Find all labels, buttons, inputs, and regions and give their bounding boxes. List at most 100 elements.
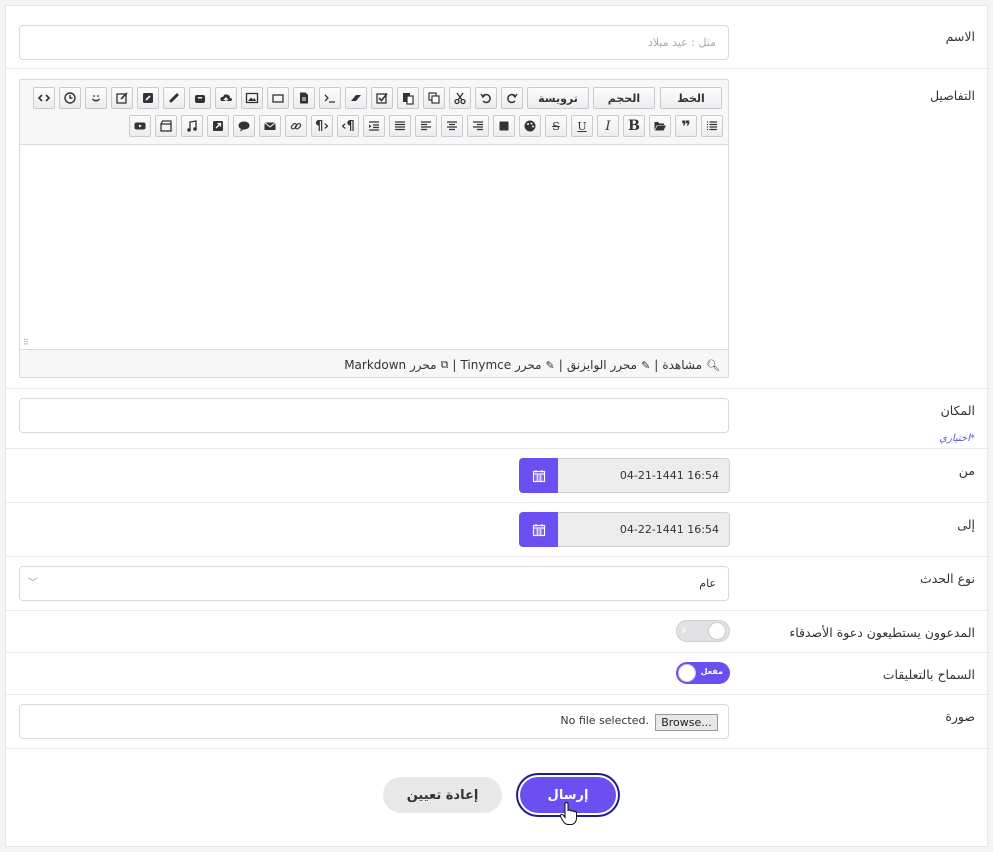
indent-icon[interactable]: [363, 115, 385, 137]
video-clapper-icon[interactable]: [155, 115, 177, 137]
eraser-icon[interactable]: [345, 87, 367, 109]
edit-icon: ✎: [641, 358, 651, 372]
invite-friends-toggle[interactable]: لا: [676, 620, 730, 642]
quote-icon[interactable]: ❞: [675, 115, 697, 137]
archive-icon[interactable]: [189, 87, 211, 109]
youtube-icon[interactable]: [129, 115, 151, 137]
name-placeholder: مثل : عيد ميلاد: [647, 36, 716, 49]
event-type-select[interactable]: عام ﹀: [19, 566, 729, 601]
toggle-text: مفعل: [700, 667, 723, 676]
reset-button[interactable]: إعادة تعيين: [383, 777, 502, 813]
event-type-value: عام: [699, 577, 716, 590]
allow-comments-row: السماح بالتعليقات مفعل: [6, 653, 989, 695]
from-datetime-input[interactable]: 04-21-1441 16:54: [558, 458, 730, 493]
size-dropdown-label: الحجم: [607, 91, 641, 105]
from-datetime-picker: 04-21-1441 16:54: [519, 458, 730, 493]
separator: |: [452, 358, 457, 372]
image-file-input: Browse... No file selected.: [19, 704, 729, 739]
tinymce-editor-link[interactable]: محرر Tinymce: [460, 358, 541, 372]
undo-icon[interactable]: [475, 87, 497, 109]
resize-grip-icon[interactable]: ⠿: [23, 338, 29, 347]
terminal-icon[interactable]: [319, 87, 341, 109]
calendar-icon[interactable]: [519, 512, 558, 547]
image-label: صورة: [945, 709, 975, 724]
markdown-editor-link[interactable]: محرر Markdown: [344, 358, 436, 372]
event-form-card: الاسم مثل : عيد ميلاد التفاصيل ترويسة ال…: [5, 5, 989, 847]
chevron-down-icon: ﹀: [28, 578, 38, 589]
strikethrough-icon[interactable]: S: [545, 115, 567, 137]
smiley-icon[interactable]: [85, 87, 107, 109]
align-right-icon[interactable]: [467, 115, 489, 137]
to-row: إلى 04-22-1441 16:54: [6, 503, 989, 557]
image-icon[interactable]: [241, 87, 263, 109]
font-dropdown[interactable]: الخط: [660, 87, 722, 109]
calendar-icon[interactable]: [519, 458, 558, 493]
editor-mode-switcher: 🔍︎ مشاهدة | ✎ محرر الوايزنق | ✎ محرر Tin…: [344, 358, 720, 372]
heading-dropdown-label: ترويسة: [538, 91, 578, 105]
paste-icon[interactable]: [397, 87, 419, 109]
paragraph-ltr-icon[interactable]: ¶›: [311, 115, 333, 137]
separator: |: [654, 358, 659, 372]
heading-dropdown[interactable]: ترويسة: [527, 87, 589, 109]
document-icon[interactable]: [293, 87, 315, 109]
hand-cursor-icon: [559, 802, 577, 825]
checkbox-icon[interactable]: [371, 87, 393, 109]
from-row: من 04-21-1441 16:54: [6, 449, 989, 503]
name-input[interactable]: مثل : عيد ميلاد: [19, 25, 729, 60]
history-icon[interactable]: [59, 87, 81, 109]
list-icon[interactable]: [701, 115, 723, 137]
folder-open-icon[interactable]: [649, 115, 671, 137]
from-label: من: [958, 463, 975, 478]
search-icon: 🔍︎: [706, 358, 720, 372]
font-dropdown-label: الخط: [677, 91, 705, 105]
toggle-knob: [708, 622, 726, 640]
copy-icon[interactable]: [423, 87, 445, 109]
browse-button[interactable]: Browse...: [655, 714, 718, 731]
music-icon[interactable]: [181, 115, 203, 137]
link-icon[interactable]: [163, 87, 185, 109]
invite-friends-row: المدعوون يستطيعون دعوة الأصدقاء لا: [6, 611, 989, 653]
name-row: الاسم مثل : عيد ميلاد: [6, 6, 989, 69]
wysiwyg-editor-link[interactable]: محرر الوايزنق: [567, 358, 637, 372]
preview-link[interactable]: مشاهدة: [662, 358, 702, 372]
rich-text-editor: ترويسة الحجم الخط ¶› ‹¶ S U I B ❞ ⠿ 🔍︎ م…: [19, 79, 729, 378]
cloud-upload-icon[interactable]: [215, 87, 237, 109]
align-center-icon[interactable]: [441, 115, 463, 137]
allow-comments-label: السماح بالتعليقات: [882, 667, 975, 682]
toggle-knob: [678, 664, 696, 682]
editor-text-area[interactable]: ⠿: [20, 144, 728, 350]
source-code-icon[interactable]: [33, 87, 55, 109]
edit-icon: ✎: [545, 358, 555, 372]
bold-icon[interactable]: B: [623, 115, 645, 137]
align-left-icon[interactable]: [415, 115, 437, 137]
place-input[interactable]: [19, 398, 729, 433]
to-datetime-picker: 04-22-1441 16:54: [519, 512, 730, 547]
fill-color-icon[interactable]: [493, 115, 515, 137]
envelope-icon[interactable]: [259, 115, 281, 137]
name-label: الاسم: [945, 29, 975, 44]
to-datetime-input[interactable]: 04-22-1441 16:54: [558, 512, 730, 547]
rectangle-icon[interactable]: [267, 87, 289, 109]
paragraph-rtl-icon[interactable]: ‹¶: [337, 115, 359, 137]
details-label: التفاصيل: [929, 88, 975, 103]
hyperlink-icon[interactable]: [285, 115, 307, 137]
align-justify-icon[interactable]: [389, 115, 411, 137]
copy-window-icon: ⧉: [440, 358, 449, 371]
italic-icon[interactable]: I: [597, 115, 619, 137]
palette-icon[interactable]: [519, 115, 541, 137]
invite-friends-label: المدعوون يستطيعون دعوة الأصدقاء: [789, 625, 975, 640]
redo-icon[interactable]: [501, 87, 523, 109]
place-label: المكان: [940, 403, 975, 418]
edit-box-icon[interactable]: [111, 87, 133, 109]
underline-icon[interactable]: U: [571, 115, 593, 137]
pencil-square-icon[interactable]: [137, 87, 159, 109]
allow-comments-toggle[interactable]: مفعل: [676, 662, 730, 684]
external-link-icon[interactable]: [207, 115, 229, 137]
file-status: No file selected.: [560, 714, 649, 727]
separator: |: [558, 358, 563, 372]
optional-hint: *اختياري: [939, 433, 975, 444]
toggle-text: لا: [681, 626, 686, 635]
size-dropdown[interactable]: الحجم: [593, 87, 655, 109]
cut-icon[interactable]: [449, 87, 471, 109]
comment-icon[interactable]: [233, 115, 255, 137]
